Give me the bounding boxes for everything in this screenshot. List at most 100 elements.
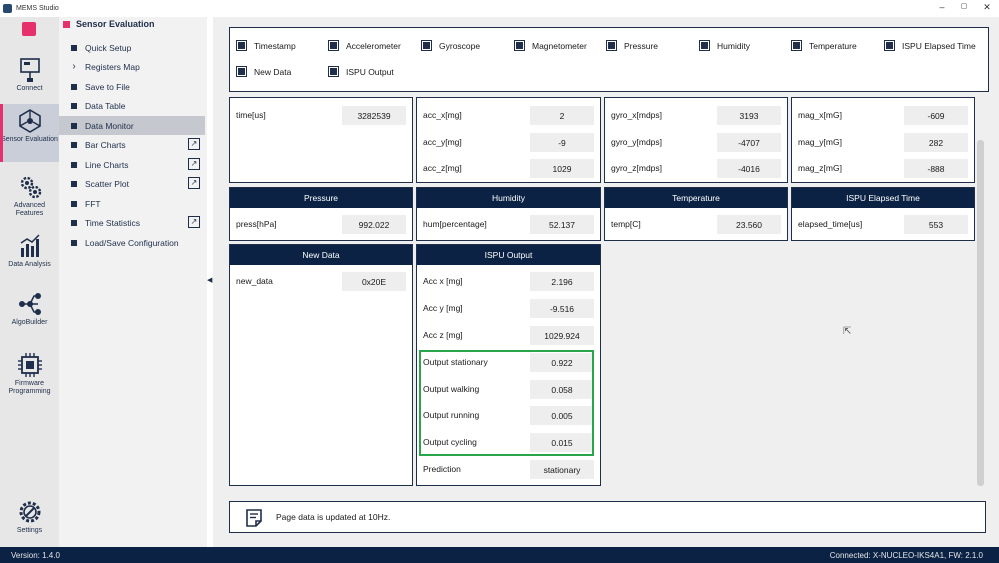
sensor-evaluation-menu: Sensor Evaluation Quick Setup › Register…	[59, 17, 207, 547]
info-bar: Page data is updated at 10Hz.	[229, 501, 986, 533]
checkbox-gyroscope[interactable]: Gyroscope	[421, 40, 480, 51]
rail-item-algobuilder[interactable]: AlgoBuilder	[0, 287, 59, 337]
field-value: 1029.924	[530, 326, 594, 345]
checkbox-accelerometer[interactable]: Accelerometer	[328, 40, 401, 51]
rail-item-settings[interactable]: Settings	[0, 495, 59, 545]
nav-item-line-charts[interactable]: Line Charts ↗	[59, 155, 205, 174]
menu-title: Sensor Evaluation	[63, 19, 155, 29]
field-value: 52.137	[530, 215, 594, 234]
nav-item-data-monitor[interactable]: Data Monitor	[59, 116, 205, 135]
panel-temperature: Temperature temp[C] 23.560	[604, 187, 788, 241]
nav-item-label: Data Table	[85, 100, 126, 111]
checkbox-label: Pressure	[624, 40, 659, 51]
data-row: gyro_y[mdps] -4707	[605, 133, 787, 152]
settings-icon	[19, 501, 40, 523]
panel-magnetometer: mag_x[mG] -609 mag_y[mG] 282 mag_z[mG] -…	[791, 97, 975, 183]
external-link-icon[interactable]: ↗	[188, 177, 200, 189]
nav-item-save-to-file[interactable]: Save to File	[59, 77, 205, 96]
version-label: Version: 1.4.0	[11, 551, 60, 560]
maximize-button[interactable]: ▢	[957, 2, 971, 10]
vertical-scrollbar[interactable]	[977, 140, 984, 486]
collapse-menu-icon[interactable]: ◀	[207, 276, 212, 284]
data-row: new_data 0x20E	[230, 272, 412, 291]
field-label: elapsed_time[us]	[798, 219, 863, 229]
panel-timestamp: time[us] 3282539	[229, 97, 413, 183]
external-link-icon[interactable]: ↗	[188, 216, 200, 228]
nav-item-load-save-configuration[interactable]: Load/Save Configuration	[59, 233, 205, 252]
data-row: Acc z [mg] 1029.924	[417, 326, 600, 345]
checkbox-checked-icon	[421, 40, 432, 51]
panel-title: Temperature	[605, 188, 787, 208]
panel-pressure: Pressure press[hPa] 992.022	[229, 187, 413, 241]
title-bar: MEMS Studio – ▢ ✕	[0, 0, 999, 17]
external-link-icon[interactable]: ↗	[188, 138, 200, 150]
bullet-icon	[71, 102, 77, 109]
field-value: -9	[530, 133, 594, 152]
panel-title: Humidity	[417, 188, 600, 208]
close-button[interactable]: ✕	[980, 2, 994, 13]
checkbox-checked-icon	[328, 40, 339, 51]
data-row: mag_y[mG] 282	[792, 133, 974, 152]
nav-item-quick-setup[interactable]: Quick Setup	[59, 38, 205, 57]
field-value: 553	[904, 215, 968, 234]
nav-item-label: Quick Setup	[85, 42, 132, 53]
field-label: acc_y[mg]	[423, 137, 462, 147]
panel-title: New Data	[230, 245, 412, 265]
nav-item-label: Registers Map	[85, 61, 140, 72]
checkbox-humidity[interactable]: Humidity	[699, 40, 750, 51]
field-label: acc_x[mg]	[423, 110, 462, 120]
sensor-evaluation-icon	[18, 109, 41, 133]
rail-item-data-analysis[interactable]: Data Analysis	[0, 229, 59, 283]
field-value: 282	[904, 133, 968, 152]
checkbox-pressure[interactable]: Pressure	[606, 40, 658, 51]
checkbox-label: Timestamp	[254, 40, 296, 51]
checkbox-ispu-output[interactable]: ISPU Output	[328, 66, 394, 77]
rail-label-connect: Connect	[16, 85, 43, 92]
field-label: Acc x [mg]	[423, 276, 463, 286]
rail-item-sensor-evaluation[interactable]: Sensor Evaluation	[0, 104, 59, 162]
field-label: Prediction	[423, 464, 461, 474]
connection-status: Connected: X-NUCLEO-IKS4A1, FW: 2.1.0	[829, 551, 983, 560]
checkbox-label: New Data	[254, 66, 292, 77]
rail-item-firmware-programming[interactable]: Firmware Programming	[0, 348, 59, 406]
field-value: 23.560	[717, 215, 781, 234]
rail-item-connect[interactable]: Connect	[0, 53, 59, 103]
checkbox-temperature[interactable]: Temperature	[791, 40, 857, 51]
data-row: mag_z[mG] -888	[792, 159, 974, 178]
nav-item-fft[interactable]: FFT	[59, 194, 205, 213]
checkbox-ispu-elapsed-time[interactable]: ISPU Elapsed Time	[884, 40, 976, 51]
nav-item-time-statistics[interactable]: Time Statistics ↗	[59, 213, 205, 232]
mouse-cursor-icon: ⇱	[843, 326, 852, 337]
field-label: mag_x[mG]	[798, 110, 842, 120]
field-value: stationary	[530, 460, 594, 479]
field-value: 2.196	[530, 272, 594, 291]
rail-label-firmware-programming: Firmware Programming	[8, 380, 51, 395]
nav-item-scatter-plot[interactable]: Scatter Plot ↗	[59, 174, 205, 193]
checkbox-checked-icon	[791, 40, 802, 51]
panel-title: ISPU Elapsed Time	[792, 188, 974, 208]
menu-title-text: Sensor Evaluation	[76, 19, 155, 29]
checkbox-new-data[interactable]: New Data	[236, 66, 291, 77]
bullet-icon	[71, 200, 77, 207]
nav-item-registers-map[interactable]: › Registers Map	[59, 57, 205, 76]
data-row: hum[percentage] 52.137	[417, 215, 600, 234]
data-row: gyro_z[mdps] -4016	[605, 159, 787, 178]
data-row: press[hPa] 992.022	[230, 215, 412, 234]
rail-item-advanced-features[interactable]: Advanced Features	[0, 170, 59, 224]
chevron-right-icon: ›	[72, 61, 76, 72]
minimize-button[interactable]: –	[935, 2, 949, 12]
panel-humidity: Humidity hum[percentage] 52.137	[416, 187, 601, 241]
nav-item-data-table[interactable]: Data Table	[59, 96, 205, 115]
checkbox-magnetometer[interactable]: Magnetometer	[514, 40, 587, 51]
data-row: time[us] 3282539	[230, 106, 412, 125]
field-label: mag_z[mG]	[798, 163, 842, 173]
nav-item-label: FFT	[85, 198, 101, 209]
nav-item-bar-charts[interactable]: Bar Charts ↗	[59, 135, 205, 154]
external-link-icon[interactable]: ↗	[188, 158, 200, 170]
field-label: gyro_z[mdps]	[611, 163, 663, 173]
panel-title: Pressure	[230, 188, 412, 208]
info-message: Page data is updated at 10Hz.	[276, 512, 391, 522]
checkbox-timestamp[interactable]: Timestamp	[236, 40, 296, 51]
checkbox-checked-icon	[328, 66, 339, 77]
field-value: -4707	[717, 133, 781, 152]
